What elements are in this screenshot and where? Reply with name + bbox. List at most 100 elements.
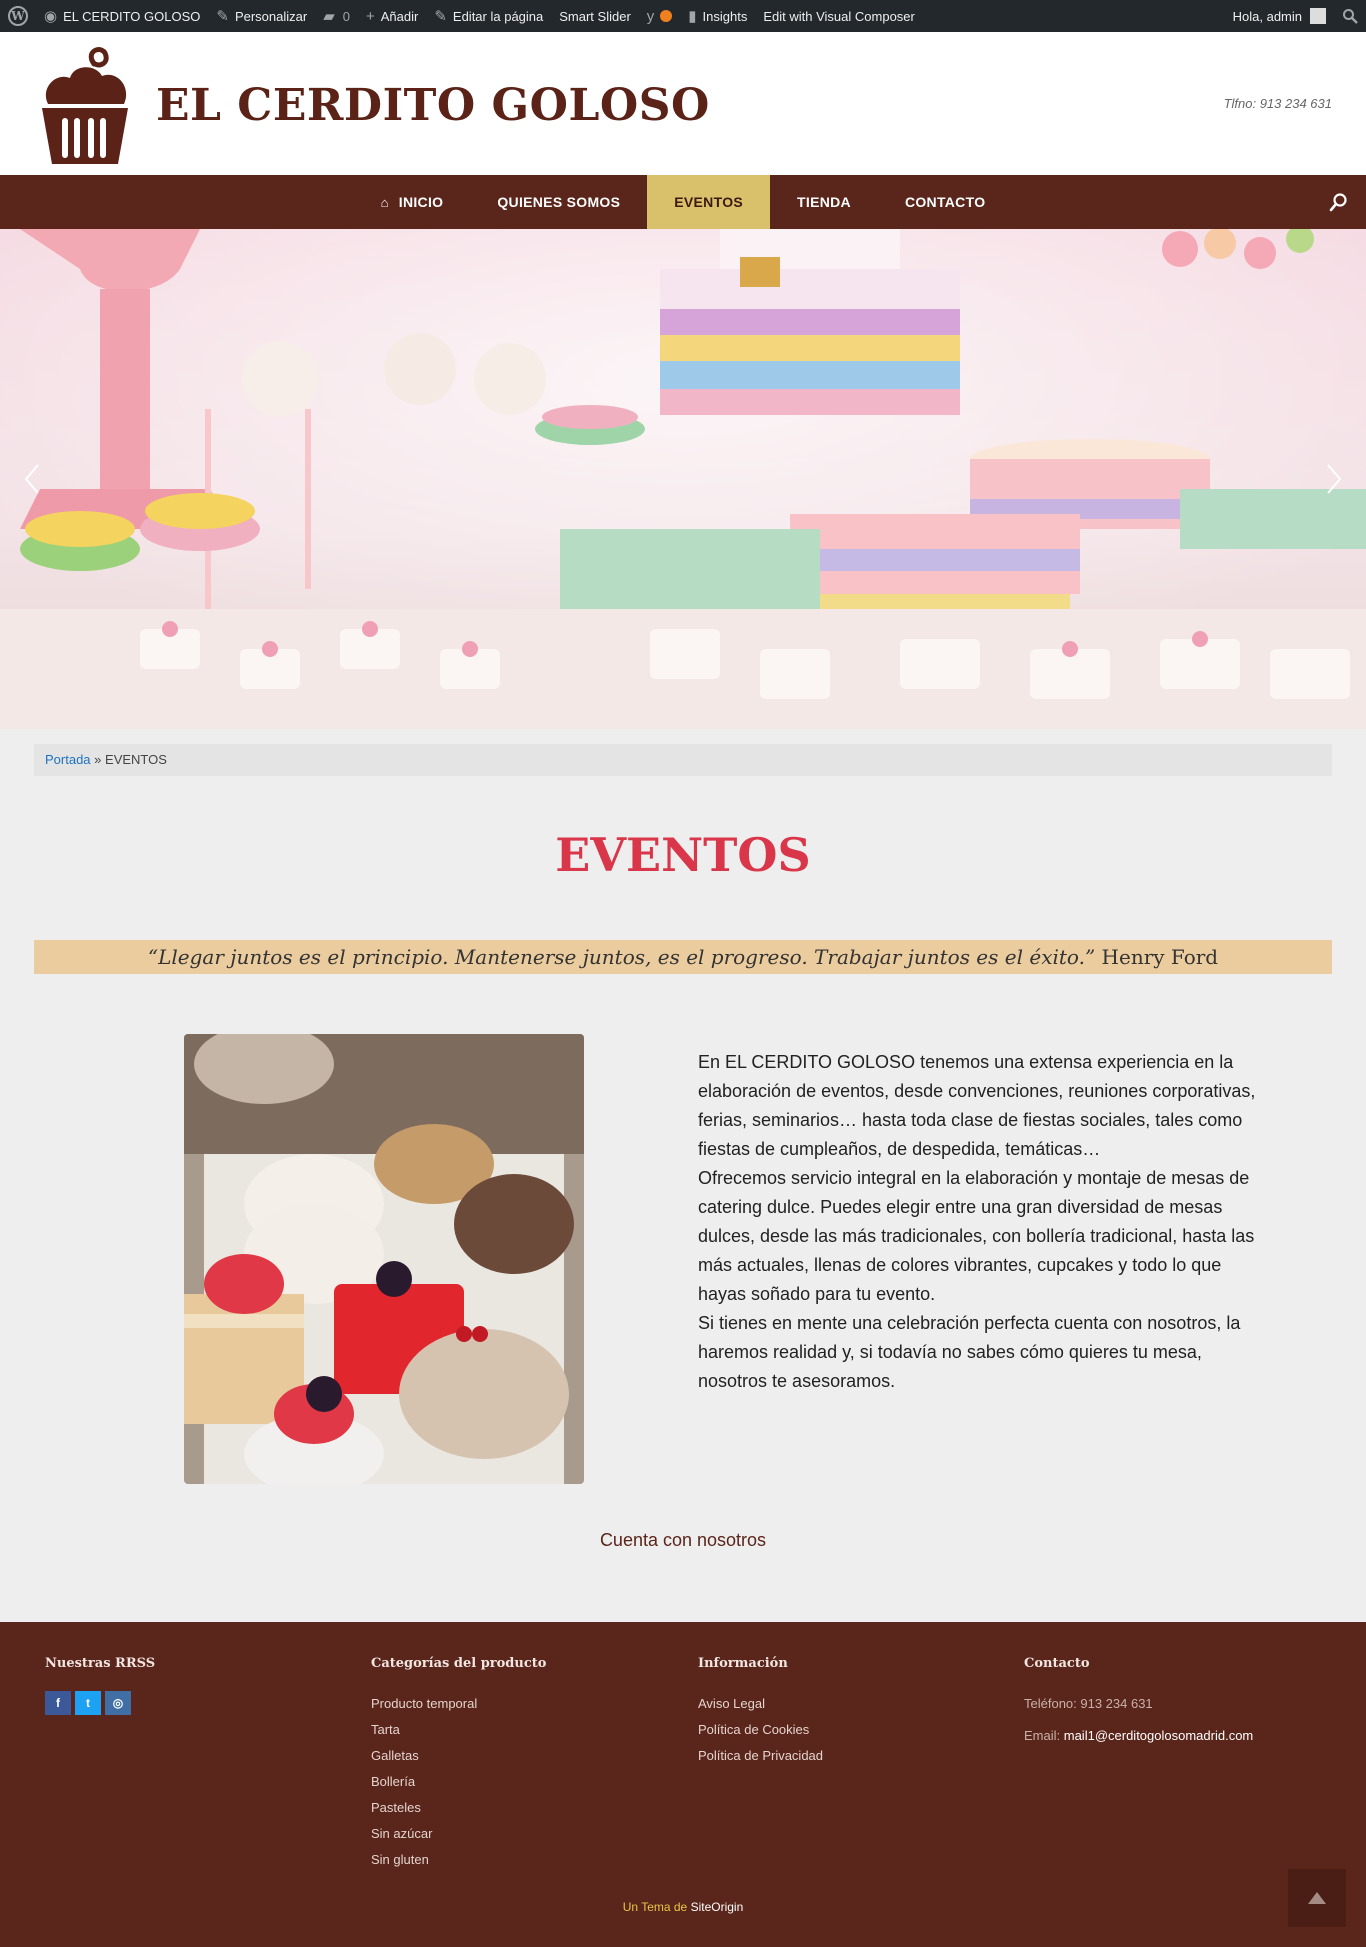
avatar xyxy=(1310,8,1326,24)
comments-link[interactable]: ▰ 0 xyxy=(315,0,358,32)
home-icon: ⌂ xyxy=(380,194,389,210)
social-links: f t ◎ xyxy=(45,1691,345,1715)
nav-label: INICIO xyxy=(398,194,444,210)
nav-item-eventos[interactable]: EVENTOS xyxy=(647,175,771,229)
add-new-link[interactable]: + Añadir xyxy=(358,0,426,32)
admin-site-link[interactable]: ◉ EL CERDITO GOLOSO xyxy=(36,0,208,32)
smart-slider-link[interactable]: Smart Slider xyxy=(551,0,639,32)
nav-label: QUIENES SOMOS xyxy=(497,194,621,210)
footer-info-link[interactable]: Política de Privacidad xyxy=(698,1743,998,1769)
header-phone: Tlfno: 913 234 631 xyxy=(1223,96,1332,111)
footer-contact-column: Contacto Teléfono: 913 234 631 Email: ma… xyxy=(1024,1656,1324,1749)
footer-email-label: Email: xyxy=(1024,1728,1061,1743)
visual-composer-link[interactable]: Edit with Visual Composer xyxy=(755,0,923,32)
slider-next-arrow[interactable] xyxy=(1320,457,1350,501)
nav-search-button[interactable] xyxy=(1328,191,1350,213)
breadcrumb: Portada » EVENTOS xyxy=(34,744,1332,776)
cupcake-logo-icon[interactable] xyxy=(34,42,136,166)
smart-slider-label: Smart Slider xyxy=(559,8,631,24)
breadcrumb-home-link[interactable]: Portada xyxy=(45,752,91,767)
footer-credit: Un Tema de SiteOrigin xyxy=(0,1900,1366,1914)
footer-heading: Categorías del producto xyxy=(371,1656,547,1671)
content-paragraph: Si tienes en mente una celebración perfe… xyxy=(698,1313,1241,1391)
footer-social-column: Nuestras RRSS f t ◎ xyxy=(45,1656,345,1715)
footer-categories-column: Categorías del producto Producto tempora… xyxy=(371,1656,671,1873)
nav-label: CONTACTO xyxy=(904,194,986,210)
pencil-icon: ✎ xyxy=(434,7,447,25)
footer-category-link[interactable]: Galletas xyxy=(371,1743,671,1769)
comment-icon: ▰ xyxy=(323,7,335,25)
breadcrumb-current: EVENTOS xyxy=(105,752,167,767)
content-paragraph: En EL CERDITO GOLOSO tenemos una extensa… xyxy=(698,1052,1256,1159)
wordpress-logo-icon: W xyxy=(8,6,28,26)
footer-contact-phone: Teléfono: 913 234 631 xyxy=(1024,1696,1153,1711)
insights-label: Insights xyxy=(702,8,748,24)
brush-icon: ✎ xyxy=(216,7,229,25)
hero-slide-image xyxy=(0,229,1366,729)
instagram-icon[interactable]: ◎ xyxy=(105,1691,131,1715)
pastries-image xyxy=(184,1034,584,1484)
comments-count: 0 xyxy=(342,8,350,24)
account-greeting: Hola, admin xyxy=(1232,8,1302,24)
bar-chart-icon: ▮ xyxy=(688,7,697,25)
nav-label: TIENDA xyxy=(797,194,851,210)
insights-link[interactable]: ▮ Insights xyxy=(680,0,755,32)
admin-bar: W ◉ EL CERDITO GOLOSO ✎ Personalizar ▰ 0… xyxy=(0,0,1366,32)
siteorigin-link[interactable]: SiteOrigin xyxy=(691,1900,744,1914)
wordpress-menu[interactable]: W xyxy=(0,0,36,32)
search-icon xyxy=(1343,9,1358,24)
nav-label: EVENTOS xyxy=(674,194,744,210)
hero-slider xyxy=(0,229,1366,729)
dashboard-icon: ◉ xyxy=(44,7,58,25)
add-new-label: Añadir xyxy=(380,8,419,24)
quote-banner: “Llegar juntos es el principio. Mantener… xyxy=(34,940,1332,974)
footer-heading: Contacto xyxy=(1024,1656,1090,1671)
footer-email-link[interactable]: mail1@cerditogolosomadrid.com xyxy=(1064,1728,1254,1743)
footer-category-link[interactable]: Pasteles xyxy=(371,1795,671,1821)
chevron-right-icon xyxy=(1327,464,1342,494)
footer-heading: Información xyxy=(698,1656,788,1671)
search-icon xyxy=(1329,193,1347,212)
plus-icon: + xyxy=(365,7,375,25)
slider-prev-arrow[interactable] xyxy=(16,457,46,501)
site-title[interactable]: EL CERDITO GOLOSO xyxy=(156,80,710,131)
scroll-to-top-button[interactable] xyxy=(1288,1869,1346,1927)
footer-info-link[interactable]: Política de Cookies xyxy=(698,1717,998,1743)
footer-category-link[interactable]: Producto temporal xyxy=(371,1691,671,1717)
footer-category-link[interactable]: Sin gluten xyxy=(371,1847,671,1873)
main-navigation: ⌂ INICIO QUIENES SOMOS EVENTOS TIENDA CO… xyxy=(0,175,1366,229)
quote-author: Henry Ford xyxy=(1101,945,1219,969)
account-menu[interactable]: Hola, admin xyxy=(1225,0,1334,32)
footer-contact-email-row: Email: mail1@cerditogolosomadrid.com xyxy=(1024,1723,1324,1749)
cta-text: Cuenta con nosotros xyxy=(599,1530,767,1550)
credit-prefix: Un Tema de xyxy=(622,1900,688,1914)
site-header: EL CERDITO GOLOSO Tlfno: 913 234 631 xyxy=(0,32,1366,175)
footer-category-link[interactable]: Bollería xyxy=(371,1769,671,1795)
twitter-icon[interactable]: t xyxy=(75,1691,101,1715)
admin-site-name: EL CERDITO GOLOSO xyxy=(63,8,201,24)
quote-text: “Llegar juntos es el principio. Mantener… xyxy=(147,945,1096,969)
content-paragraph: Ofrecemos servicio integral en la elabor… xyxy=(698,1168,1255,1304)
visual-composer-label: Edit with Visual Composer xyxy=(763,8,915,24)
nav-item-inicio[interactable]: ⌂ INICIO xyxy=(354,175,471,229)
content-text: En EL CERDITO GOLOSO tenemos una extensa… xyxy=(698,1048,1274,1396)
page-title: EVENTOS xyxy=(555,828,811,882)
customize-link[interactable]: ✎ Personalizar xyxy=(208,0,315,32)
breadcrumb-separator: » xyxy=(94,752,102,767)
footer-info-link[interactable]: Aviso Legal xyxy=(698,1691,998,1717)
footer-category-link[interactable]: Sin azúcar xyxy=(371,1821,671,1847)
facebook-icon[interactable]: f xyxy=(45,1691,71,1715)
yoast-seo-menu[interactable]: y xyxy=(639,0,681,32)
seo-status-dot xyxy=(660,10,673,22)
nav-item-quienes-somos[interactable]: QUIENES SOMOS xyxy=(470,175,647,229)
footer-category-link[interactable]: Tarta xyxy=(371,1717,671,1743)
edit-page-link[interactable]: ✎ Editar la página xyxy=(426,0,551,32)
admin-search[interactable] xyxy=(1334,0,1366,32)
nav-item-tienda[interactable]: TIENDA xyxy=(770,175,878,229)
chevron-left-icon xyxy=(24,464,39,494)
site-footer: Nuestras RRSS f t ◎ Categorías del produ… xyxy=(0,1622,1366,1947)
footer-heading: Nuestras RRSS xyxy=(45,1656,156,1671)
chevron-up-icon xyxy=(1308,1892,1326,1904)
footer-info-column: Información Aviso Legal Política de Cook… xyxy=(698,1656,998,1769)
nav-item-contacto[interactable]: CONTACTO xyxy=(878,175,1012,229)
